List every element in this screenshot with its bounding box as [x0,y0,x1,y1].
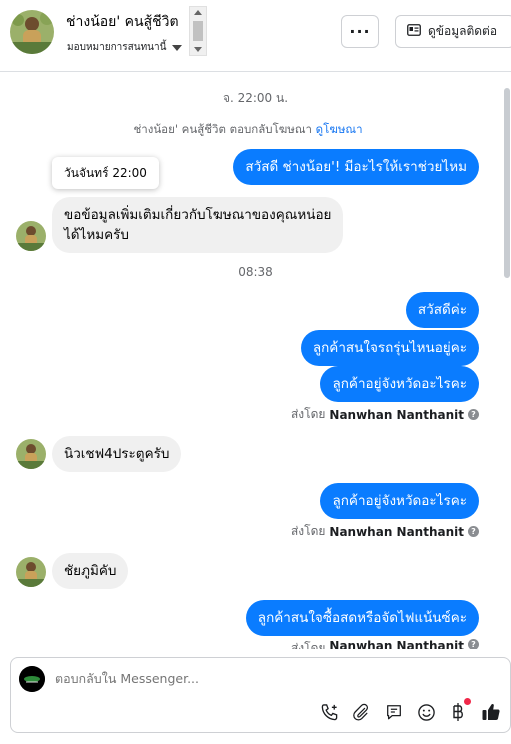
conversation-header: ช่างน้อย' คนสู้ชีวิต มอบหมายการสนทนานี้ … [0,0,511,72]
message-bubble-outgoing[interactable]: ลูกค้าสนใจรถรุ่นไหนอยู่คะ [300,330,479,366]
like-icon[interactable] [481,702,501,722]
sender-avatar[interactable] [16,221,46,251]
sent-by-name: Nanwhan Nanthanit [329,407,464,422]
conversation-scrollbar[interactable] [503,82,511,652]
message-bubble-incoming[interactable]: ขอข้อมูลเพิ่มเติมเกี่ยวกับโฆษณาของคุณหน่… [52,197,344,253]
contact-avatar[interactable] [10,10,54,54]
name-scroll-control[interactable] [189,6,207,56]
help-icon[interactable]: ? [468,409,479,420]
caret-down-icon [172,44,183,51]
page-avatar [19,666,45,692]
message-bubble-outgoing[interactable]: สวัสดี ช่างน้อย'! มีอะไรให้เราช่วยไหม [233,149,479,185]
attachment-icon[interactable] [351,702,371,722]
timestamp-tooltip: วันจันทร์ 22:00 [52,157,159,189]
call-add-icon[interactable] [319,702,339,722]
sent-by-label: ส่งโดย Nanwhan Nanthanit ? [291,405,479,424]
assign-label: มอบหมายการสนทนานี้ [67,42,167,53]
message-timestamp: 08:38 [238,265,273,279]
message-bubble-outgoing[interactable]: ลูกค้าอยู่จังหวัดอะไรคะ [320,366,479,402]
help-icon[interactable]: ? [468,526,479,537]
sent-by-prefix: ส่งโดย [290,407,326,421]
message-bubble-outgoing[interactable]: ลูกค้าสนใจซื้อสดหรือจัดไฟแน้นซ์คะ [245,600,479,636]
ad-reply-text: ช่างน้อย' คนสู้ชีวิต ตอบกลับโฆษณา [133,122,313,136]
message-bubble-outgoing[interactable]: สวัสดีค่ะ [405,292,479,328]
contact-name[interactable]: ช่างน้อย' คนสู้ชีวิต [66,11,179,33]
scroll-down-icon[interactable] [194,47,202,52]
scroll-up-icon[interactable] [194,10,202,15]
scrollbar-thumb[interactable] [504,88,510,278]
message-bubble-outgoing[interactable]: ลูกค้าอยู่จังหวัดอะไรคะ [320,483,479,519]
message-composer [10,657,511,733]
view-contact-label: ดูข้อมูลติดต่อ [428,24,498,38]
view-ad-link[interactable]: ดูโฆษณา [316,122,363,136]
more-icon: ··· [349,22,371,41]
ad-reply-notice: ช่างน้อย' คนสู้ชีวิต ตอบกลับโฆษณา ดูโฆษณ… [0,121,496,139]
scroll-thumb[interactable] [193,21,203,41]
notification-dot [464,698,471,705]
help-icon[interactable]: ? [468,639,479,649]
assign-conversation-dropdown[interactable]: มอบหมายการสนทนานี้ [67,40,183,55]
message-bubble-incoming[interactable]: นิวเชฟ4ประตูครับ [52,436,182,472]
sender-avatar[interactable] [16,557,46,587]
payment-icon[interactable] [448,702,468,722]
contact-card-icon [407,24,421,39]
more-options-button[interactable]: ··· [341,15,379,48]
saved-reply-icon[interactable] [384,702,404,722]
message-bubble-incoming[interactable]: ชัยภูมิคับ [52,553,129,589]
sent-by-prefix: ส่งโดย [290,641,326,649]
sent-by-label: ส่งโดย Nanwhan Nanthanit ? [291,639,479,649]
sender-avatar[interactable] [16,439,46,469]
view-contact-button[interactable]: ดูข้อมูลติดต่อ [395,15,511,48]
reply-input[interactable] [55,671,355,686]
sent-by-name: Nanwhan Nanthanit [329,639,464,649]
message-timestamp: จ. 22:00 น. [222,91,289,105]
emoji-icon[interactable] [416,702,436,722]
sent-by-prefix: ส่งโดย [290,524,326,538]
sent-by-label: ส่งโดย Nanwhan Nanthanit ? [291,522,479,541]
sent-by-name: Nanwhan Nanthanit [329,524,464,539]
